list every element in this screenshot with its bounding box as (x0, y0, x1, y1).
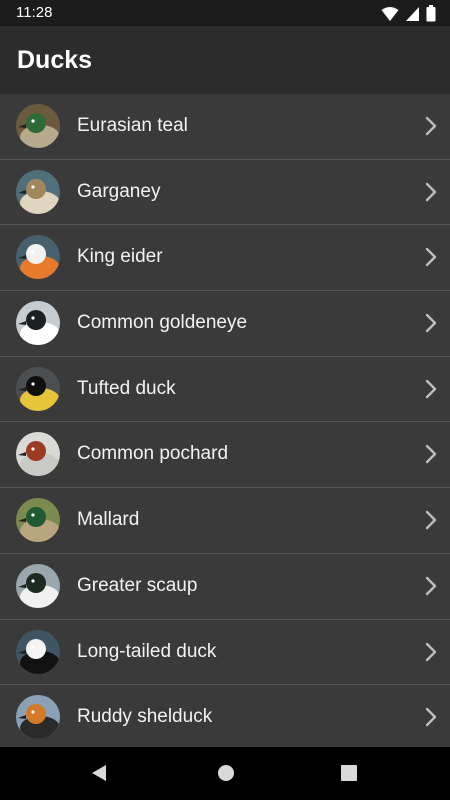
bird-photo-avatar (16, 629, 60, 674)
recents-square-icon (341, 765, 357, 781)
list-item-ruddy-shelduck[interactable]: Ruddy shelduck (0, 685, 450, 750)
system-nav-bar (0, 747, 450, 800)
recents-button[interactable] (340, 763, 358, 788)
home-circle-icon (218, 765, 234, 781)
page-title: Ducks (17, 46, 93, 74)
list-item-tufted-duck[interactable]: Tufted duck (0, 356, 450, 423)
list-item-label: Common goldeneye (77, 312, 248, 334)
signal-icon (405, 6, 420, 27)
bird-photo-avatar (16, 169, 60, 214)
bird-list: Eurasian teal Garganey King eider Common… (0, 94, 450, 750)
list-item-greater-scaup[interactable]: Greater scaup (0, 553, 450, 620)
list-item-label: Tufted duck (77, 377, 176, 399)
chevron-right-icon (424, 182, 438, 207)
app-bar: Ducks (0, 26, 450, 94)
list-item-label: Greater scaup (77, 574, 198, 596)
list-item-long-tailed-duck[interactable]: Long-tailed duck (0, 619, 450, 686)
list-item-eurasian-teal[interactable]: Eurasian teal (0, 94, 450, 160)
chevron-right-icon (424, 444, 438, 469)
chevron-right-icon (424, 379, 438, 404)
bird-photo-avatar (16, 366, 60, 411)
bird-photo-avatar (16, 432, 60, 477)
list-item-mallard[interactable]: Mallard (0, 488, 450, 554)
list-item-label: Ruddy shelduck (77, 706, 213, 728)
list-item-common-pochard[interactable]: Common pochard (0, 422, 450, 489)
bird-photo-avatar (16, 235, 60, 280)
chevron-right-icon (424, 707, 438, 732)
list-item-common-goldeneye[interactable]: Common goldeneye (0, 291, 450, 357)
list-item-label: King eider (77, 246, 163, 268)
wifi-icon (381, 6, 399, 27)
list-item-label: Garganey (77, 180, 161, 202)
list-item-label: Common pochard (77, 443, 229, 465)
chevron-right-icon (424, 510, 438, 535)
bird-photo-avatar (16, 498, 60, 543)
status-time: 11:28 (16, 4, 53, 21)
bird-photo-avatar (16, 104, 60, 148)
home-button[interactable] (216, 763, 236, 788)
list-item-label: Mallard (77, 509, 140, 531)
chevron-right-icon (424, 313, 438, 338)
list-item-label: Eurasian teal (77, 115, 188, 136)
chevron-right-icon (424, 116, 438, 141)
back-triangle-icon (92, 765, 106, 781)
chevron-right-icon (424, 576, 438, 601)
battery-icon (426, 5, 436, 27)
chevron-right-icon (424, 642, 438, 667)
list-item-garganey[interactable]: Garganey (0, 159, 450, 226)
list-item-label: Long-tailed duck (77, 640, 217, 662)
list-item-king-eider[interactable]: King eider (0, 225, 450, 292)
chevron-right-icon (424, 247, 438, 272)
bird-photo-avatar (16, 301, 60, 346)
back-button[interactable] (90, 763, 108, 788)
bird-photo-avatar (16, 695, 60, 740)
status-bar: 11:28 (0, 0, 450, 26)
status-icons (381, 5, 436, 27)
bird-photo-avatar (16, 563, 60, 608)
